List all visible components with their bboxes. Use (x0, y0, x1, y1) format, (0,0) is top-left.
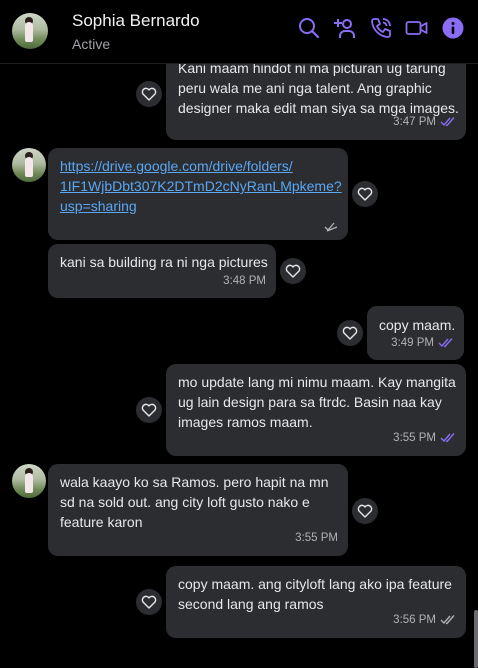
double-check-icon (440, 117, 455, 127)
contact-avatar-small[interactable] (12, 464, 46, 498)
message-time: 3:55 PM (393, 432, 436, 444)
message-meta: 3:56 PM (393, 610, 456, 630)
heart-icon (357, 187, 373, 201)
scrollbar[interactable] (474, 610, 478, 668)
contact-avatar[interactable] (12, 13, 48, 49)
message-meta: 3:47 PM (393, 112, 456, 132)
message-text: kani sa building ra ni nga pictures (60, 254, 268, 270)
heart-icon (357, 504, 373, 518)
chat-header: Sophia Bernardo Active (0, 0, 478, 64)
message-bubble-received[interactable]: https://drive.google.com/drive/folders/ … (48, 148, 348, 240)
message-time: 3:48 PM (223, 275, 266, 287)
react-heart-button[interactable] (352, 181, 378, 207)
phone-call-icon[interactable] (369, 16, 393, 40)
message-time: 3:55 PM (295, 532, 338, 544)
search-icon[interactable] (297, 16, 321, 40)
message-text: wala kaayo ko sa Ramos. pero hapit na mn… (60, 474, 329, 530)
react-heart-button[interactable] (352, 498, 378, 524)
react-heart-button[interactable] (337, 320, 363, 346)
message-meta: 3:48 PM (223, 271, 266, 291)
message-bubble-sent[interactable]: copy maam. ang cityloft lang ako ipa fea… (166, 566, 466, 638)
message-text: Kani maam hindot ni ma picturan ug tarun… (178, 60, 459, 116)
message-bubble-received[interactable]: kani sa building ra ni nga pictures 3:48… (48, 244, 276, 298)
message-link[interactable]: https://drive.google.com/drive/folders/ … (60, 156, 342, 216)
double-check-icon (438, 338, 453, 348)
message-meta: 3:55 PM (295, 528, 338, 548)
message-bubble-sent[interactable]: copy maam. 3:49 PM (367, 306, 464, 360)
message-text: copy maam. (379, 317, 456, 333)
double-check-icon (440, 433, 455, 443)
heart-icon (141, 87, 157, 101)
message-meta: 3:49 PM (391, 333, 454, 353)
contact-avatar-small[interactable] (12, 148, 46, 182)
message-text: copy maam. ang cityloft lang ako ipa fea… (178, 576, 452, 612)
react-heart-button[interactable] (136, 81, 162, 107)
message-time: 3:56 PM (393, 614, 436, 626)
double-check-icon (440, 615, 455, 625)
heart-icon (342, 326, 358, 340)
add-person-icon[interactable] (333, 16, 357, 40)
react-heart-button[interactable] (136, 589, 162, 615)
message-meta: 3:55 PM (393, 428, 456, 448)
info-icon[interactable] (441, 16, 465, 40)
contact-status: Active (72, 36, 111, 52)
heart-icon (141, 595, 157, 609)
message-meta (324, 222, 338, 232)
message-bubble-received[interactable]: wala kaayo ko sa Ramos. pero hapit na mn… (48, 464, 348, 556)
react-heart-button[interactable] (136, 397, 162, 423)
message-text: mo update lang mi nimu maam. Kay mangita… (178, 374, 456, 430)
sent-icon (324, 222, 338, 232)
message-bubble-sent[interactable]: mo update lang mi nimu maam. Kay mangita… (166, 364, 466, 456)
react-heart-button[interactable] (280, 258, 306, 284)
video-call-icon[interactable] (405, 16, 429, 40)
contact-name[interactable]: Sophia Bernardo (72, 11, 200, 31)
heart-icon (141, 403, 157, 417)
message-time: 3:47 PM (393, 116, 436, 128)
heart-icon (285, 264, 301, 278)
message-time: 3:49 PM (391, 337, 434, 349)
